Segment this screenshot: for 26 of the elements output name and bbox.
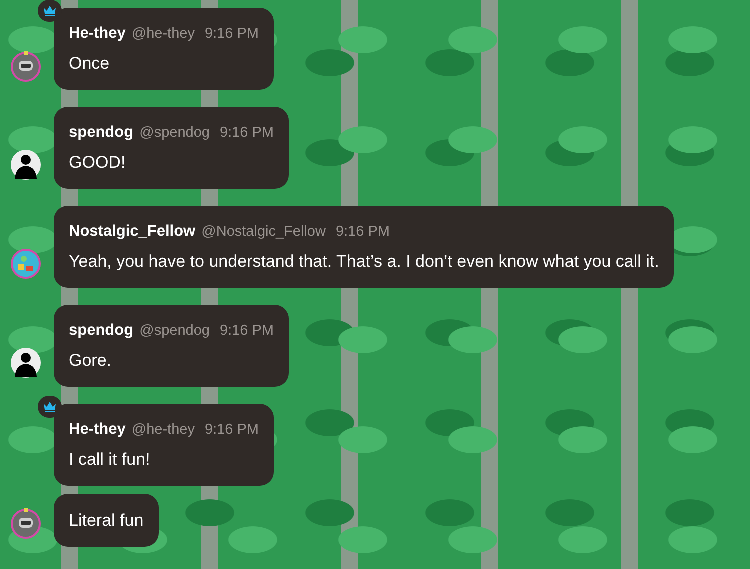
timestamp: 9:16 PM xyxy=(220,124,274,142)
username[interactable]: He-they xyxy=(69,421,126,439)
username[interactable]: Nostalgic_Fellow xyxy=(69,223,196,241)
silhouette-avatar xyxy=(10,149,42,181)
timestamp: 9:16 PM xyxy=(336,223,390,241)
message-text: Gore. xyxy=(69,350,113,372)
timestamp: 9:16 PM xyxy=(220,322,274,340)
message-text: Literal fun xyxy=(69,510,144,532)
user-handle: @Nostalgic_Fellow xyxy=(202,223,326,241)
user-handle: @spendog xyxy=(140,124,210,142)
timestamp: 9:16 PM xyxy=(204,25,259,43)
message-text: I call it fun! xyxy=(69,449,152,471)
username[interactable]: He-they xyxy=(69,25,126,43)
robot-avatar xyxy=(10,507,42,539)
robot-avatar xyxy=(10,50,42,82)
user-handle: @spendog xyxy=(140,322,210,340)
avatar xyxy=(10,248,42,280)
timestamp: 9:16 PM xyxy=(204,421,259,439)
message-text: Yeah, you have to understand that. That’s a. I don’t even know what you call it. xyxy=(69,251,660,273)
username[interactable]: spendog xyxy=(69,322,134,340)
message-text: Once xyxy=(69,53,111,75)
user-handle: @he-they xyxy=(132,421,195,439)
message-text: GOOD! xyxy=(69,152,127,174)
user-handle: @he-they xyxy=(132,25,195,43)
username[interactable]: spendog xyxy=(69,124,134,142)
silhouette-avatar xyxy=(10,347,42,379)
